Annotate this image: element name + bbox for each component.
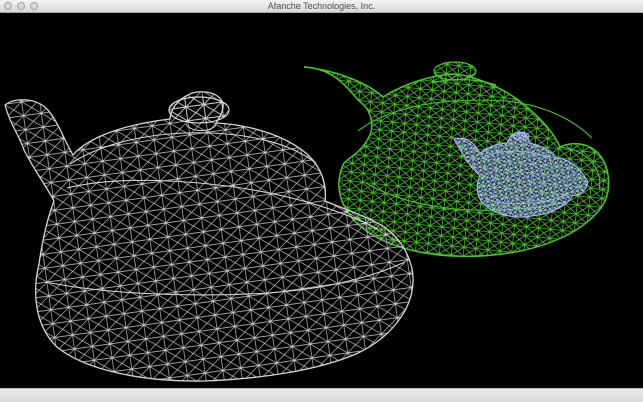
teapot-render <box>4 61 610 382</box>
title-bar: Afanche Technologies, Inc. <box>0 0 643 13</box>
render-viewport[interactable] <box>0 13 643 388</box>
white-wireframe-teapot <box>4 91 414 382</box>
window-title: Afanche Technologies, Inc. <box>267 1 376 11</box>
window-bottom-bar <box>0 388 643 402</box>
app-window: Afanche Technologies, Inc. <box>0 0 643 402</box>
